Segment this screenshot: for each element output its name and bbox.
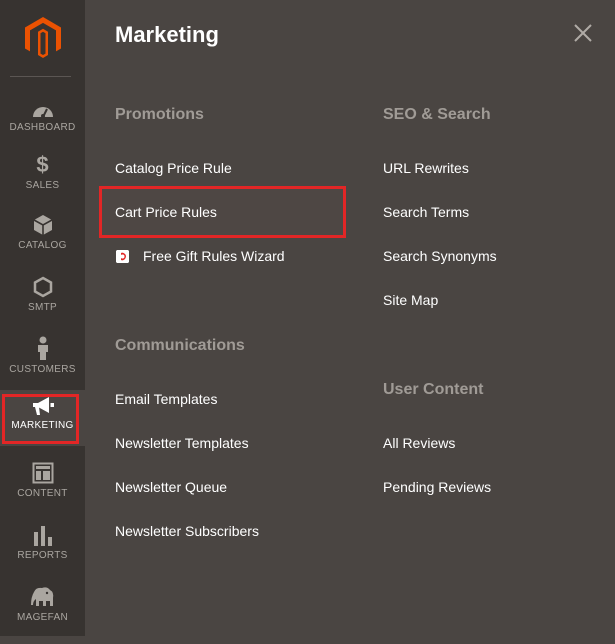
menu-link-newsletter-templates[interactable]: Newsletter Templates — [115, 435, 249, 451]
sidebar-item-label: SALES — [25, 180, 60, 191]
layout-icon — [32, 462, 53, 484]
free-gift-icon — [116, 250, 129, 263]
sidebar-divider — [10, 76, 71, 77]
sidebar-item-label: DASHBOARD — [9, 122, 76, 133]
menu-link-all-reviews[interactable]: All Reviews — [383, 435, 455, 451]
menu-link-newsletter-subscribers[interactable]: Newsletter Subscribers — [115, 523, 259, 539]
menu-link-catalog-price-rule[interactable]: Catalog Price Rule — [115, 160, 232, 176]
menu-link-free-gift-rules-wizard[interactable]: Free Gift Rules Wizard — [143, 248, 285, 264]
sidebar-item-label: CUSTOMERS — [9, 364, 76, 375]
menu-link-newsletter-queue[interactable]: Newsletter Queue — [115, 479, 227, 495]
sidebar-item-catalog[interactable]: CATALOG — [0, 210, 85, 272]
bar-chart-icon — [33, 526, 52, 546]
sidebar-item-magefan[interactable]: MAGEFAN — [0, 582, 85, 644]
sidebar-item-label: MAGEFAN — [17, 612, 68, 623]
menu-link-site-map[interactable]: Site Map — [383, 292, 438, 308]
admin-sidebar: DASHBOARD $ SALES CATALOG SMTP CUSTOMERS… — [0, 0, 85, 636]
panel-title: Marketing — [115, 22, 219, 47]
close-button[interactable] — [570, 20, 596, 46]
sidebar-item-reports[interactable]: REPORTS — [0, 520, 85, 582]
menu-link-search-terms[interactable]: Search Terms — [383, 204, 469, 220]
section-title-seo-search: SEO & Search — [383, 106, 491, 123]
sidebar-item-sales[interactable]: $ SALES — [0, 150, 85, 212]
dashboard-icon — [32, 107, 53, 118]
sidebar-item-customers[interactable]: CUSTOMERS — [0, 334, 85, 396]
sidebar-item-dashboard[interactable]: DASHBOARD — [0, 92, 85, 154]
sidebar-item-label: SMTP — [28, 302, 57, 313]
sidebar-item-content[interactable]: CONTENT — [0, 458, 85, 520]
marketing-highlight-box — [2, 394, 79, 444]
menu-link-url-rewrites[interactable]: URL Rewrites — [383, 160, 469, 176]
sidebar-item-label: CONTENT — [17, 488, 68, 499]
section-title-communications: Communications — [115, 337, 245, 354]
hexagon-icon — [33, 276, 52, 298]
elephant-icon — [30, 587, 53, 606]
sidebar-item-label: REPORTS — [17, 550, 68, 561]
sidebar-item-smtp[interactable]: SMTP — [0, 272, 85, 334]
menu-link-email-templates[interactable]: Email Templates — [115, 391, 217, 407]
logo[interactable] — [0, 0, 85, 76]
dollar-icon: $ — [36, 152, 49, 177]
menu-link-cart-price-rules[interactable]: Cart Price Rules — [115, 204, 217, 220]
sidebar-item-label: CATALOG — [18, 240, 67, 251]
magento-logo-icon — [24, 17, 61, 58]
cube-icon — [33, 215, 52, 235]
menu-link-pending-reviews[interactable]: Pending Reviews — [383, 479, 491, 495]
menu-link-search-synonyms[interactable]: Search Synonyms — [383, 248, 497, 264]
section-title-promotions: Promotions — [115, 106, 204, 123]
section-title-user-content: User Content — [383, 381, 484, 398]
close-icon — [574, 24, 592, 42]
person-icon — [37, 336, 48, 360]
